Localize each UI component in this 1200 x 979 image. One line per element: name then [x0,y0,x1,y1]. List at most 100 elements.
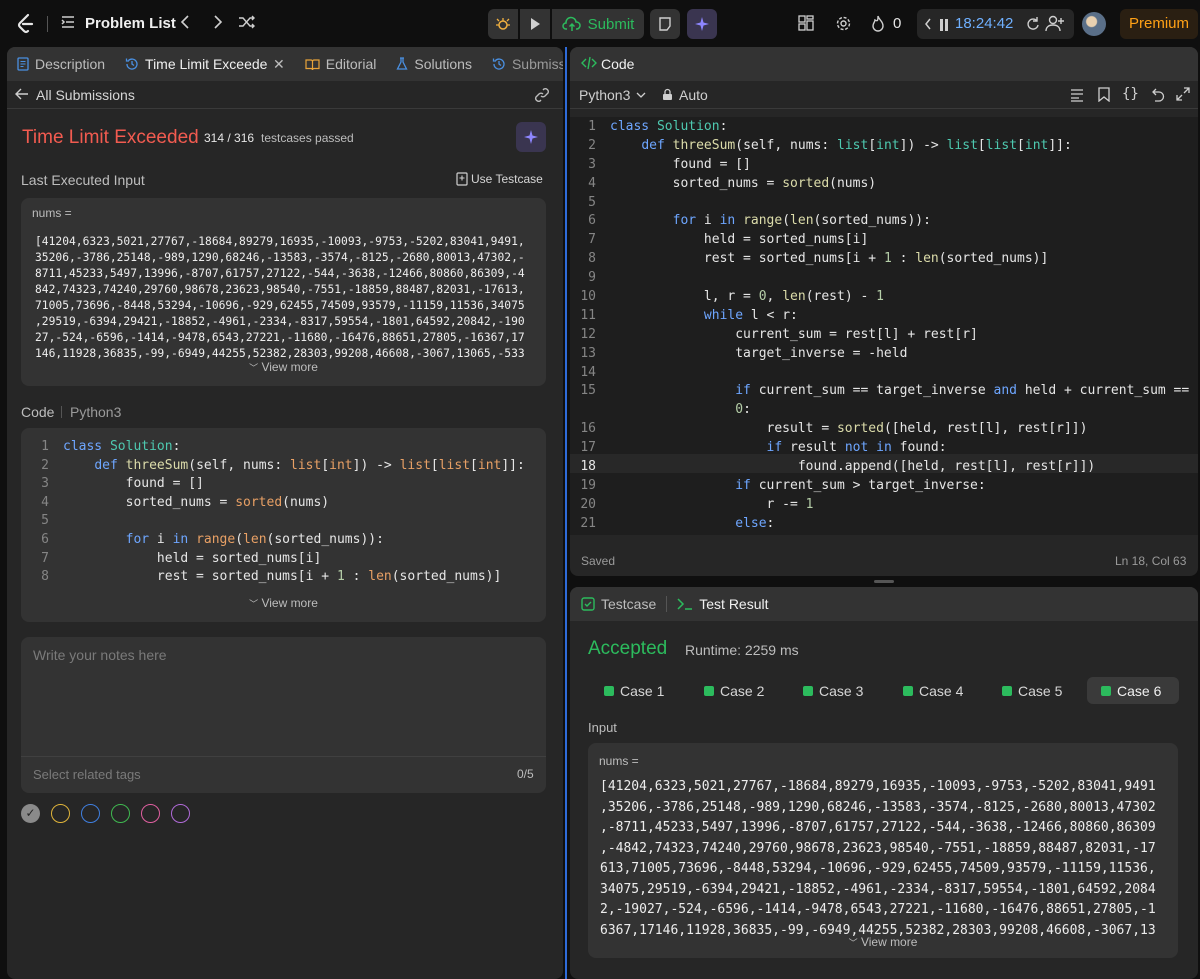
tags-select[interactable]: Select related tags [33,767,141,782]
add-friend-icon[interactable] [1045,14,1065,32]
check-icon [1002,685,1012,696]
tab-solutions[interactable]: Solutions [386,47,482,81]
view-more-label: View more [261,360,318,374]
avatar[interactable] [1082,12,1106,36]
chevron-down-icon: ﹀ [249,363,259,373]
use-testcase-label: Use Testcase [471,172,543,186]
all-submissions-link[interactable]: All Submissions [36,87,135,103]
color-yellow[interactable] [51,804,70,823]
editor-title: Code [601,56,635,72]
input-line: 34075,29519,-6394,29421,-18852,-4961,-23… [600,881,1156,897]
debug-button[interactable] [488,9,518,39]
result-status: Accepted [588,638,668,659]
language-value: Python3 [579,87,631,103]
view-more-result-button[interactable]: ﹀ View more [588,935,1178,949]
view-more-code-button[interactable]: ﹀ View more [21,596,546,610]
tab-time-limit-exceeded[interactable]: Time Limit Exceede ✕ [115,47,295,81]
submit-button[interactable]: Submit [552,9,644,39]
settings-gear-icon[interactable] [835,15,852,32]
input-line: 613,71005,73696,-8448,53294,-10696,-929,… [600,861,1156,876]
input-line: 35206,-3786,25148,-989,1290,68246,-13583… [35,251,525,264]
color-purple[interactable] [171,804,190,823]
play-icon [531,18,540,30]
layout-icon[interactable] [798,15,814,31]
note-icon [659,17,671,31]
expand-icon[interactable] [1176,87,1190,106]
format-icon[interactable] [1070,88,1084,107]
timer-collapse-icon[interactable] [924,16,932,37]
tags-count: 0/5 [517,767,534,781]
pause-icon[interactable] [939,18,949,36]
tab-testcase[interactable]: Testcase [570,587,666,621]
case-tab-label: Case 5 [1018,682,1063,699]
case-tabs: Case 1 Case 2 Case 3 Case 4 Case 5 Case … [590,677,1190,705]
code-label: Code [21,404,55,420]
tab-editorial-label: Editorial [325,56,377,72]
checkbox-icon [581,597,595,611]
tab-test-result[interactable]: Test Result [667,587,778,621]
streak-flame-icon[interactable] [871,15,885,32]
code-editor-panel: Code Python3 Auto {} 1 class Solution: 2 … [570,47,1198,576]
case-tab-5[interactable]: Case 5 [988,677,1076,704]
code-brackets-icon [581,56,597,73]
tab-submissions-label: Submissi [511,56,563,72]
color-pink[interactable] [141,804,160,823]
prev-problem-icon[interactable] [178,14,192,30]
premium-button[interactable]: Premium [1120,9,1198,39]
color-green[interactable] [111,804,130,823]
left-panel: Description Time Limit Exceede ✕ Editori… [7,47,563,979]
language-select[interactable]: Python3 [579,87,646,103]
shuffle-icon[interactable] [238,14,256,30]
case-tab-2[interactable]: Case 2 [690,677,778,704]
check-icon [803,685,813,696]
view-more-input-button[interactable]: ﹀ View more [21,360,546,374]
sparkle-icon [695,17,709,31]
ai-assistant-button[interactable] [687,9,717,39]
last-input-box: nums = [41204,6323,5021,27767,-18684,892… [21,198,546,386]
color-gray-selected[interactable]: ✓ [21,804,40,823]
submitted-code: 1 class Solution: 2 def threeSum(self, nu… [41,439,525,585]
problem-list-link[interactable]: Problem List [85,15,176,32]
leetcode-logo[interactable] [14,12,38,36]
case-tab-6[interactable]: Case 6 [1087,677,1179,704]
case-tab-4[interactable]: Case 4 [889,677,977,704]
submit-label: Submit [587,15,635,33]
tab-description[interactable]: Description [7,47,115,81]
color-blue[interactable] [81,804,100,823]
bookmark-icon[interactable] [1098,87,1110,107]
notes-divider [21,756,546,757]
flask-icon [396,57,408,70]
bug-icon [496,18,510,30]
submission-status: Time Limit Exceeded [22,127,199,148]
use-testcase-button[interactable]: Use Testcase [456,172,543,186]
vertical-resize-handle[interactable] [565,47,567,979]
view-more-label: View more [261,596,318,610]
input-line: [41204,6323,5021,27767,-18684,89279,1693… [35,235,525,248]
horizontal-resize-handle[interactable] [874,580,894,583]
input-line: ,35206,-3786,25148,-989,1290,68246,-1358… [600,799,1156,815]
close-tab-icon[interactable]: ✕ [273,56,285,73]
share-link-icon[interactable] [534,87,550,108]
case-tab-1[interactable]: Case 1 [590,677,678,704]
tab-editorial[interactable]: Editorial [295,47,387,81]
submitted-code-box: 1 class Solution: 2 def threeSum(self, nu… [21,428,546,622]
next-problem-icon[interactable] [211,14,225,30]
test-result-panel: Testcase Test Result Accepted Runtime: 2… [570,587,1198,979]
curly-braces-icon[interactable]: {} [1122,86,1139,102]
tab-submissions[interactable]: Submissi [482,47,563,81]
run-button[interactable] [520,9,550,39]
input-value: [41204,6323,5021,27767,-18684,89279,1693… [35,234,540,362]
notes-input[interactable]: Write your notes here [33,647,533,747]
back-arrow-icon[interactable] [15,87,29,106]
auto-mode[interactable]: Auto [679,87,708,103]
undo-icon[interactable] [1150,87,1165,107]
input-line: 842,74323,74240,29760,98678,23623,98540,… [35,283,525,296]
code-editor[interactable]: 1 class Solution: 2 def threeSum(self, nu… [570,117,1198,535]
reset-timer-icon[interactable] [1025,16,1040,36]
ai-analyze-button[interactable] [516,122,546,152]
problem-list-icon[interactable] [60,14,76,30]
notes-button[interactable] [650,9,680,39]
input-var-label: nums = [32,206,72,220]
terminal-icon [677,598,693,610]
case-tab-3[interactable]: Case 3 [789,677,877,704]
